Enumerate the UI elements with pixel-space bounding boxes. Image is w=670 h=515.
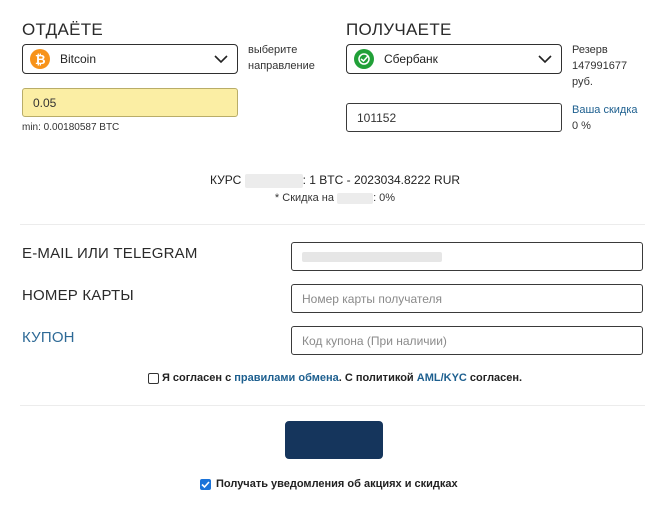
rules-link[interactable]: правилами обмена [234,372,338,384]
email-label: E-MAIL ИЛИ TELEGRAM [22,245,198,262]
discount-link[interactable]: Ваша скидка [572,102,638,118]
notify-label: Получать уведомления об акциях и скидках [216,478,458,490]
card-placeholder: Номер карты получателя [302,291,443,306]
agree-checkbox[interactable] [147,372,159,384]
rate-discount-line: * Скидка на : 0% [0,192,670,204]
card-number-field[interactable]: Номер карты получателя [291,284,643,313]
check-icon [201,480,210,488]
sberbank-icon [354,49,374,69]
divider [20,405,645,406]
min-amount-text: min: 0.00180587 BTC [22,122,120,133]
rate-blurred [244,173,303,188]
agree-prefix: Я согласен с [161,372,232,384]
agree-middle: . С политикой [338,372,414,384]
chevron-down-icon [214,55,228,64]
notify-checkbox[interactable] [200,478,211,490]
agree-suffix: согласен. [469,372,523,384]
aml-link[interactable]: AML/KYC [417,372,467,384]
divider [20,224,645,225]
give-currency-label: Bitcoin [60,52,97,66]
get-amount-value: 101152 [357,110,397,125]
reserve-unit: руб. [572,76,593,88]
rate-discount-blurred [337,192,374,204]
coupon-placeholder: Код купона (При наличии) [302,333,447,348]
give-title: ОТДАЁТЕ [22,20,104,39]
svg-text:₿: ₿ [35,52,46,66]
discount-value: 0 % [572,120,591,132]
give-amount-input[interactable]: 0.05 [22,88,238,117]
give-currency-select[interactable]: ₿ Bitcoin [22,44,238,74]
reserve-label: Резерв [572,44,608,56]
give-amount-value: 0.05 [33,95,57,110]
reserve-value: 147991677 [572,60,628,72]
discount-block: Ваша скидка 0 % [572,102,638,134]
bitcoin-icon: ₿ [30,49,50,69]
rate-discount-prefix: * Скидка на [274,192,334,204]
get-title: ПОЛУЧАЕТЕ [346,20,452,39]
rate-line: КУРС : 1 BTC - 2023034.8222 RUR [0,173,670,188]
email-blurred-value [302,251,442,262]
rate-discount-suffix: : 0% [373,192,396,204]
get-currency-label: Сбербанк [384,52,438,66]
notify-row: Получать уведомления об акциях и скидках [200,478,458,490]
coupon-label: КУПОН [22,329,75,346]
agree-row: Я согласен с правилами обмена. С политик… [0,372,670,384]
rate-text: : 1 BTC - 2023034.8222 RUR [302,173,461,187]
get-amount-input[interactable]: 101152 [346,103,562,132]
chevron-down-icon [538,55,552,64]
get-currency-select[interactable]: Сбербанк [346,44,562,74]
rate-prefix: КУРС [209,173,242,187]
email-field[interactable] [291,242,643,271]
coupon-field[interactable]: Код купона (При наличии) [291,326,643,355]
card-label: НОМЕР КАРТЫ [22,287,134,304]
submit-button[interactable] [285,421,383,459]
reserve-block: Резерв 147991677 руб. [572,42,652,90]
direction-hint: выберите направление [248,44,315,72]
